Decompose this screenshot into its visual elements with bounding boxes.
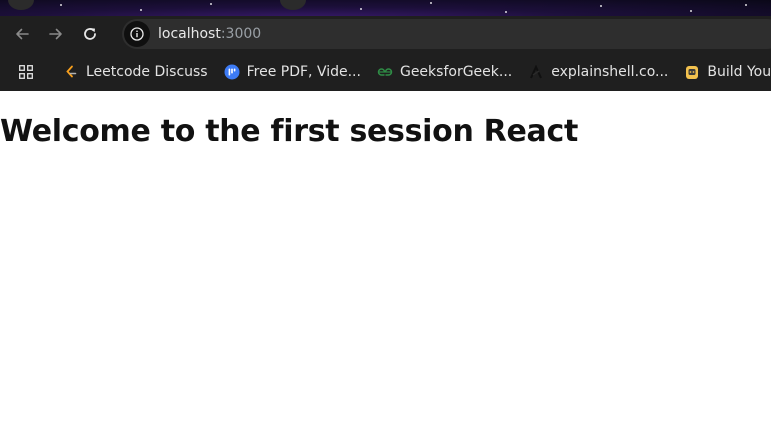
page-viewport: Welcome to the first session React xyxy=(0,91,771,423)
forward-button[interactable] xyxy=(44,22,68,46)
bookmark-geeksforgeeks[interactable]: GeeksforGeek... xyxy=(369,58,520,86)
browser-toolbar: localhost:3000 xyxy=(0,16,771,52)
address-bar[interactable]: localhost:3000 xyxy=(122,19,771,49)
tab-strip xyxy=(0,0,771,16)
info-icon xyxy=(130,27,144,41)
leetcode-icon xyxy=(63,64,79,80)
free-pdf-icon xyxy=(224,64,240,80)
bookmark-label: Build Your xyxy=(707,63,771,80)
build-your-icon xyxy=(684,64,700,80)
bookmark-free-pdf[interactable]: Free PDF, Vide... xyxy=(216,58,369,86)
site-info-button[interactable] xyxy=(124,21,150,47)
tab-favicon-stub[interactable] xyxy=(280,0,306,10)
reload-icon xyxy=(84,28,96,40)
url-text[interactable]: localhost:3000 xyxy=(158,26,261,42)
bookmark-explainshell[interactable]: explainshell.co... xyxy=(520,58,676,86)
url-host: localhost xyxy=(158,26,221,42)
back-button[interactable] xyxy=(10,22,34,46)
back-arrow-icon xyxy=(16,28,29,40)
bookmark-label: Leetcode Discuss xyxy=(86,63,208,80)
bookmark-label: GeeksforGeek... xyxy=(399,63,513,80)
bookmark-label: Free PDF, Vide... xyxy=(246,63,361,80)
bookmark-label: explainshell.co... xyxy=(551,63,669,80)
geeksforgeeks-icon xyxy=(377,64,393,80)
forward-arrow-icon xyxy=(49,28,62,40)
reload-button[interactable] xyxy=(78,22,102,46)
apps-grid-icon[interactable] xyxy=(19,64,33,80)
tab-favicon-stub[interactable] xyxy=(8,0,34,10)
explainshell-icon xyxy=(528,64,544,80)
url-port: :3000 xyxy=(220,26,262,42)
bookmark-build-your[interactable]: Build Your xyxy=(676,58,771,86)
page-heading: Welcome to the first session React xyxy=(0,114,578,149)
bookmarks-bar: Leetcode Discuss Free PDF, Vide... Geeks… xyxy=(0,52,771,91)
bookmark-leetcode-discuss[interactable]: Leetcode Discuss xyxy=(55,58,216,86)
